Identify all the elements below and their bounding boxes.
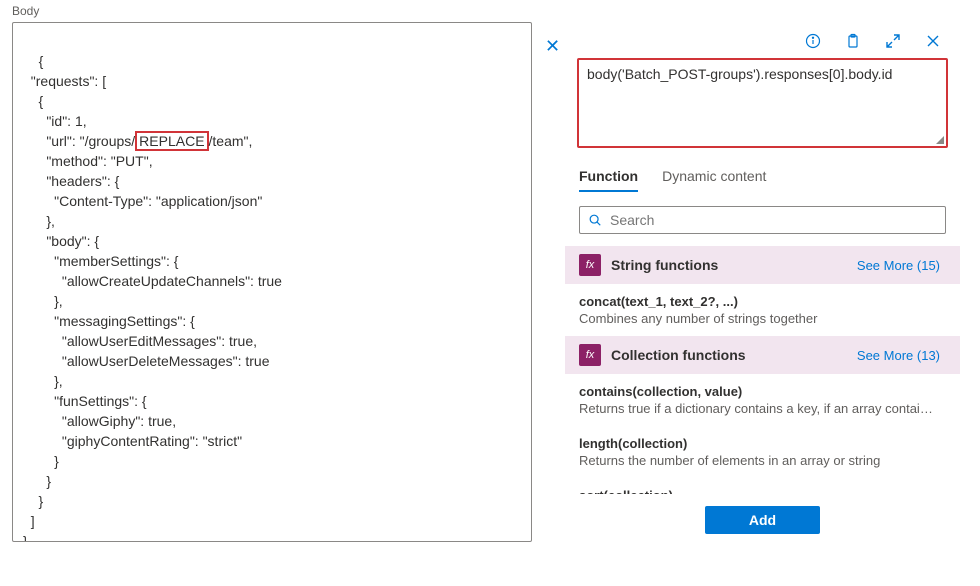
- code-line: },: [23, 373, 63, 389]
- search-icon: [588, 213, 602, 227]
- code-line: }: [23, 493, 43, 509]
- expression-toolbar: [565, 28, 960, 58]
- body-label: Body: [12, 4, 532, 18]
- fn-name: sort(collection): [579, 488, 940, 494]
- fn-desc: Returns the number of elements in an arr…: [579, 453, 940, 468]
- tab-dynamic-content[interactable]: Dynamic content: [662, 168, 766, 192]
- code-line: "allowCreateUpdateChannels": true: [23, 273, 282, 289]
- body-code-editor[interactable]: { "requests": [ { "id": 1, "url": "/grou…: [12, 22, 532, 542]
- code-line: "id": 1,: [23, 113, 87, 129]
- fn-desc: Returns true if a dictionary contains a …: [579, 401, 940, 416]
- tab-function[interactable]: Function: [579, 168, 638, 192]
- fx-icon: fx: [579, 344, 601, 366]
- add-button-wrap: Add: [565, 494, 960, 546]
- code-line: {: [39, 53, 44, 69]
- category-string-functions[interactable]: fx String functions See More (15): [565, 246, 960, 284]
- code-line: "headers": {: [23, 173, 119, 189]
- resize-handle-icon[interactable]: [936, 136, 944, 144]
- fn-desc: Combines any number of strings together: [579, 311, 940, 326]
- expand-icon[interactable]: [884, 32, 902, 50]
- code-line: "allowUserDeleteMessages": true: [23, 353, 269, 369]
- fn-name: concat(text_1, text_2?, ...): [579, 294, 940, 309]
- function-list-scroll[interactable]: fx String functions See More (15) concat…: [565, 246, 960, 494]
- highlight-replace: REPLACE: [135, 131, 208, 151]
- code-line: {: [23, 93, 43, 109]
- code-line: "allowUserEditMessages": true,: [23, 333, 257, 349]
- code-line: },: [23, 293, 63, 309]
- code-line: }: [23, 533, 28, 542]
- see-more-link[interactable]: See More (15): [857, 258, 940, 273]
- code-line: "giphyContentRating": "strict": [23, 433, 242, 449]
- add-button[interactable]: Add: [705, 506, 820, 534]
- info-icon[interactable]: [804, 32, 822, 50]
- code-line: "funSettings": {: [23, 393, 147, 409]
- expression-text: body('Batch_POST-groups').responses[0].b…: [587, 66, 892, 82]
- tabs: Function Dynamic content: [565, 168, 960, 192]
- fx-icon: fx: [579, 254, 601, 276]
- expression-editor[interactable]: body('Batch_POST-groups').responses[0].b…: [577, 58, 948, 148]
- fn-name: contains(collection, value): [579, 384, 940, 399]
- fn-item-concat[interactable]: concat(text_1, text_2?, ...) Combines an…: [565, 284, 960, 336]
- category-title: Collection functions: [611, 347, 746, 363]
- fn-item-length[interactable]: length(collection) Returns the number of…: [565, 426, 960, 478]
- category-collection-functions[interactable]: fx Collection functions See More (13): [565, 336, 960, 374]
- code-line: "memberSettings": {: [23, 253, 178, 269]
- code-line: "messagingSettings": {: [23, 313, 195, 329]
- close-panel-icon[interactable]: ✕: [545, 36, 560, 57]
- search-box[interactable]: [579, 206, 946, 234]
- code-line-url: "url": "/groups/REPLACE/team",: [23, 133, 252, 149]
- body-panel: Body { "requests": [ { "id": 1, "url": "…: [12, 4, 532, 554]
- code-line: }: [23, 473, 51, 489]
- close-icon[interactable]: [924, 32, 942, 50]
- code-line: "method": "PUT",: [23, 153, 153, 169]
- code-line: "allowGiphy": true,: [23, 413, 176, 429]
- code-line: ]: [23, 513, 35, 529]
- category-title: String functions: [611, 257, 718, 273]
- see-more-link[interactable]: See More (13): [857, 348, 940, 363]
- clipboard-icon[interactable]: [844, 32, 862, 50]
- code-line: }: [23, 453, 59, 469]
- code-line: "body": {: [23, 233, 99, 249]
- fn-item-sort[interactable]: sort(collection) Returns an array sorted…: [565, 478, 960, 494]
- fn-name: length(collection): [579, 436, 940, 451]
- code-line: },: [23, 213, 55, 229]
- search-input[interactable]: [610, 212, 937, 228]
- fn-item-contains[interactable]: contains(collection, value) Returns true…: [565, 374, 960, 426]
- code-line: "Content-Type": "application/json": [23, 193, 262, 209]
- expression-panel: body('Batch_POST-groups').responses[0].b…: [565, 28, 960, 546]
- code-line: "requests": [: [23, 73, 106, 89]
